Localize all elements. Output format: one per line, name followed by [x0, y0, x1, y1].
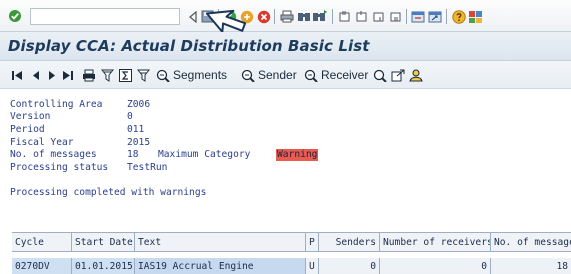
toolbar-separator — [446, 9, 447, 24]
cell-text[interactable]: IAS19 Accrual Engine — [135, 258, 306, 274]
next-page-icon[interactable] — [371, 9, 386, 24]
toolbar-separator — [274, 9, 275, 24]
detail-search-icon[interactable] — [373, 68, 387, 82]
segments-button[interactable]: Segments — [156, 67, 227, 83]
toolbar-separator — [332, 9, 333, 24]
cell-receivers[interactable]: 0 — [380, 258, 491, 274]
help-icon[interactable] — [451, 9, 466, 24]
first-page-icon[interactable] — [337, 9, 352, 24]
new-session-icon[interactable] — [411, 9, 426, 24]
info-value-period: 011 — [127, 124, 145, 135]
segments-label: Segments — [173, 68, 228, 82]
command-field[interactable] — [30, 8, 180, 25]
previous-page-icon[interactable] — [354, 9, 369, 24]
column-header-text[interactable]: Text — [135, 233, 306, 251]
customize-layout-icon[interactable] — [468, 9, 483, 24]
info-value-messages: 18 — [127, 149, 139, 160]
sender-label: Sender — [258, 68, 297, 82]
column-header-p[interactable]: P — [306, 233, 319, 251]
max-category-label: Maximum Category — [158, 149, 251, 160]
info-value-version: 0 — [127, 111, 133, 122]
info-value-fiscal-year: 2015 — [127, 137, 151, 148]
shortcut-icon[interactable] — [428, 9, 443, 24]
subtotal-icon[interactable] — [136, 68, 150, 82]
info-label-controlling-area: Controlling Area — [10, 99, 103, 110]
column-header-start-date[interactable]: Start Date — [72, 233, 135, 251]
next-record-icon[interactable] — [45, 68, 59, 82]
status-message: Processing completed with warnings — [10, 187, 207, 198]
info-value-controlling-area: Z006 — [127, 99, 151, 110]
application-toolbar: Segments Sender Receiver — [0, 61, 571, 89]
toolbar-separator — [406, 9, 407, 24]
find-next-icon[interactable] — [312, 9, 327, 24]
user-icon[interactable] — [409, 68, 423, 82]
cell-cycle[interactable]: 0270DV — [12, 258, 72, 274]
export-icon[interactable] — [391, 68, 405, 82]
receiver-button[interactable]: Receiver — [304, 67, 368, 83]
sender-button[interactable]: Sender — [241, 67, 297, 83]
last-record-icon[interactable] — [61, 68, 75, 82]
table-row[interactable]: 0270DV 01.01.2015 IAS19 Accrual Engine U… — [12, 258, 571, 274]
cancel-icon[interactable] — [256, 9, 271, 24]
cell-start-date[interactable]: 01.01.2015 — [72, 258, 135, 274]
back-arrow-icon[interactable] — [185, 9, 200, 24]
cell-p[interactable]: U — [306, 258, 319, 274]
info-label-fiscal-year: Fiscal Year — [10, 137, 74, 148]
column-header-messages[interactable]: No. of message — [491, 233, 571, 251]
first-record-icon[interactable] — [10, 68, 24, 82]
system-toolbar — [0, 0, 571, 33]
column-header-receivers[interactable]: Number of receivers — [380, 233, 491, 251]
enter-icon[interactable] — [2, 6, 28, 26]
sum-icon[interactable] — [118, 68, 132, 82]
column-header-cycle[interactable]: Cycle — [12, 233, 72, 251]
info-value-processing-status: TestRun — [127, 162, 168, 173]
filter-icon[interactable] — [100, 68, 114, 82]
print-icon[interactable] — [279, 9, 294, 24]
title-bar: Display CCA: Actual Distribution Basic L… — [0, 32, 571, 61]
info-label-processing-status: Processing status — [10, 162, 109, 173]
column-header-senders[interactable]: Senders — [319, 233, 380, 251]
info-label-messages: No. of messages — [10, 149, 97, 160]
segments-icon — [156, 69, 170, 82]
info-label-version: Version — [10, 111, 51, 122]
find-icon[interactable] — [296, 9, 311, 24]
print-list-icon[interactable] — [82, 68, 96, 82]
cell-senders[interactable]: 0 — [319, 258, 380, 274]
table-header: Cycle Start Date Text P Senders Number o… — [12, 232, 571, 252]
max-category-warning-badge: Warning — [276, 149, 319, 161]
previous-record-icon[interactable] — [29, 68, 43, 82]
sender-icon — [241, 69, 255, 82]
cell-messages[interactable]: 18 — [491, 258, 571, 274]
last-page-icon[interactable] — [388, 9, 403, 24]
receiver-label: Receiver — [321, 68, 369, 82]
receiver-icon — [304, 69, 318, 82]
page-title: Display CCA: Actual Distribution Basic L… — [8, 37, 370, 55]
info-label-period: Period — [10, 124, 45, 135]
